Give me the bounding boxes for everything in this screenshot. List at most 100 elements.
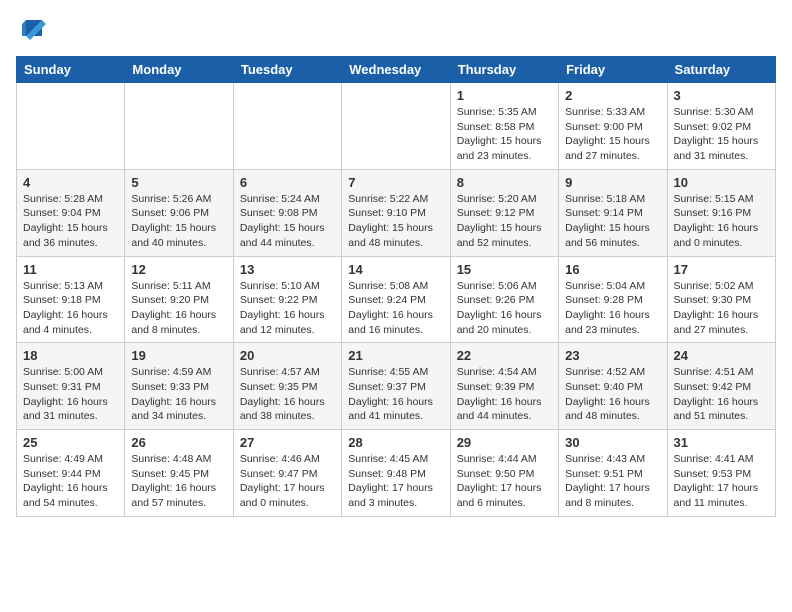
calendar-week-row: 11 Sunrise: 5:13 AM Sunset: 9:18 PM Dayli…	[17, 256, 776, 343]
header-thursday: Thursday	[450, 57, 558, 83]
calendar-cell: 27Sunrise: 4:46 AM Sunset: 9:47 PM Dayli…	[233, 430, 341, 517]
calendar-header-row: SundayMondayTuesdayWednesdayThursdayFrid…	[17, 57, 776, 83]
calendar-cell: 6 Sunrise: 5:24 AM Sunset: 9:08 PM Daylig…	[233, 169, 341, 256]
day-number: 5	[131, 175, 226, 190]
calendar-week-row: 18 Sunrise: 5:00 AM Sunset: 9:31 PM Dayli…	[17, 343, 776, 430]
calendar-cell: 11 Sunrise: 5:13 AM Sunset: 9:18 PM Dayli…	[17, 256, 125, 343]
day-info: Sunrise: 4:55 AM Sunset: 9:37 PM Dayligh…	[348, 365, 443, 424]
calendar-cell: 24 Sunrise: 4:51 AM Sunset: 9:42 PM Dayli…	[667, 343, 775, 430]
day-info: Sunrise: 5:24 AM Sunset: 9:08 PM Dayligh…	[240, 192, 335, 251]
calendar-cell: 12 Sunrise: 5:11 AM Sunset: 9:20 PM Dayli…	[125, 256, 233, 343]
day-info: Sunrise: 4:59 AM Sunset: 9:33 PM Dayligh…	[131, 365, 226, 424]
calendar-cell: 13 Sunrise: 5:10 AM Sunset: 9:22 PM Dayli…	[233, 256, 341, 343]
day-info: Sunrise: 4:48 AM Sunset: 9:45 PM Dayligh…	[131, 452, 226, 511]
header-tuesday: Tuesday	[233, 57, 341, 83]
day-info: Sunrise: 5:00 AM Sunset: 9:31 PM Dayligh…	[23, 365, 118, 424]
calendar-cell	[342, 83, 450, 170]
calendar: SundayMondayTuesdayWednesdayThursdayFrid…	[16, 56, 776, 517]
day-info: Sunrise: 4:52 AM Sunset: 9:40 PM Dayligh…	[565, 365, 660, 424]
calendar-cell	[233, 83, 341, 170]
day-info: Sunrise: 5:02 AM Sunset: 9:30 PM Dayligh…	[674, 279, 769, 338]
day-number: 16	[565, 262, 660, 277]
day-number: 17	[674, 262, 769, 277]
calendar-week-row: 25 Sunrise: 4:49 AM Sunset: 9:44 PM Dayli…	[17, 430, 776, 517]
calendar-cell: 4Sunrise: 5:28 AM Sunset: 9:04 PM Daylig…	[17, 169, 125, 256]
day-info: Sunrise: 5:30 AM Sunset: 9:02 PM Dayligh…	[674, 105, 769, 164]
calendar-cell: 15 Sunrise: 5:06 AM Sunset: 9:26 PM Dayli…	[450, 256, 558, 343]
day-number: 8	[457, 175, 552, 190]
day-info: Sunrise: 5:08 AM Sunset: 9:24 PM Dayligh…	[348, 279, 443, 338]
day-number: 18	[23, 348, 118, 363]
day-number: 31	[674, 435, 769, 450]
day-number: 23	[565, 348, 660, 363]
calendar-cell: 1 Sunrise: 5:35 AM Sunset: 8:58 PM Daylig…	[450, 83, 558, 170]
calendar-cell: 17 Sunrise: 5:02 AM Sunset: 9:30 PM Dayli…	[667, 256, 775, 343]
day-info: Sunrise: 5:26 AM Sunset: 9:06 PM Dayligh…	[131, 192, 226, 251]
day-info: Sunrise: 5:06 AM Sunset: 9:26 PM Dayligh…	[457, 279, 552, 338]
calendar-cell: 31 Sunrise: 4:41 AM Sunset: 9:53 PM Dayli…	[667, 430, 775, 517]
day-info: Sunrise: 5:15 AM Sunset: 9:16 PM Dayligh…	[674, 192, 769, 251]
day-number: 28	[348, 435, 443, 450]
day-number: 1	[457, 88, 552, 103]
calendar-cell: 7 Sunrise: 5:22 AM Sunset: 9:10 PM Daylig…	[342, 169, 450, 256]
day-number: 15	[457, 262, 552, 277]
day-number: 30	[565, 435, 660, 450]
day-info: Sunrise: 4:45 AM Sunset: 9:48 PM Dayligh…	[348, 452, 443, 511]
day-number: 20	[240, 348, 335, 363]
day-number: 7	[348, 175, 443, 190]
calendar-cell: 21 Sunrise: 4:55 AM Sunset: 9:37 PM Dayli…	[342, 343, 450, 430]
calendar-cell	[17, 83, 125, 170]
calendar-cell: 5 Sunrise: 5:26 AM Sunset: 9:06 PM Daylig…	[125, 169, 233, 256]
calendar-cell: 10 Sunrise: 5:15 AM Sunset: 9:16 PM Dayli…	[667, 169, 775, 256]
logo	[16, 16, 46, 44]
calendar-cell: 25 Sunrise: 4:49 AM Sunset: 9:44 PM Dayli…	[17, 430, 125, 517]
day-number: 12	[131, 262, 226, 277]
day-info: Sunrise: 4:41 AM Sunset: 9:53 PM Dayligh…	[674, 452, 769, 511]
day-info: Sunrise: 5:04 AM Sunset: 9:28 PM Dayligh…	[565, 279, 660, 338]
calendar-cell: 18 Sunrise: 5:00 AM Sunset: 9:31 PM Dayli…	[17, 343, 125, 430]
calendar-cell	[125, 83, 233, 170]
calendar-cell: 30 Sunrise: 4:43 AM Sunset: 9:51 PM Dayli…	[559, 430, 667, 517]
calendar-cell: 9 Sunrise: 5:18 AM Sunset: 9:14 PM Daylig…	[559, 169, 667, 256]
day-number: 2	[565, 88, 660, 103]
day-info: Sunrise: 4:54 AM Sunset: 9:39 PM Dayligh…	[457, 365, 552, 424]
day-info: Sunrise: 4:49 AM Sunset: 9:44 PM Dayligh…	[23, 452, 118, 511]
day-number: 9	[565, 175, 660, 190]
day-number: 6	[240, 175, 335, 190]
calendar-cell: 28 Sunrise: 4:45 AM Sunset: 9:48 PM Dayli…	[342, 430, 450, 517]
day-info: Sunrise: 5:13 AM Sunset: 9:18 PM Dayligh…	[23, 279, 118, 338]
calendar-cell: 20 Sunrise: 4:57 AM Sunset: 9:35 PM Dayli…	[233, 343, 341, 430]
day-info: Sunrise: 5:18 AM Sunset: 9:14 PM Dayligh…	[565, 192, 660, 251]
day-number: 13	[240, 262, 335, 277]
day-number: 21	[348, 348, 443, 363]
day-number: 11	[23, 262, 118, 277]
day-info: Sunrise: 4:57 AM Sunset: 9:35 PM Dayligh…	[240, 365, 335, 424]
calendar-cell: 16 Sunrise: 5:04 AM Sunset: 9:28 PM Dayli…	[559, 256, 667, 343]
day-info: Sunrise: 5:20 AM Sunset: 9:12 PM Dayligh…	[457, 192, 552, 251]
day-info: Sunrise: 4:44 AM Sunset: 9:50 PM Dayligh…	[457, 452, 552, 511]
day-number: 4	[23, 175, 118, 190]
calendar-cell: 26Sunrise: 4:48 AM Sunset: 9:45 PM Dayli…	[125, 430, 233, 517]
day-number: 25	[23, 435, 118, 450]
day-info: Sunrise: 5:22 AM Sunset: 9:10 PM Dayligh…	[348, 192, 443, 251]
day-number: 27	[240, 435, 335, 450]
day-info: Sunrise: 5:10 AM Sunset: 9:22 PM Dayligh…	[240, 279, 335, 338]
day-info: Sunrise: 5:11 AM Sunset: 9:20 PM Dayligh…	[131, 279, 226, 338]
day-number: 10	[674, 175, 769, 190]
day-number: 24	[674, 348, 769, 363]
calendar-cell: 19 Sunrise: 4:59 AM Sunset: 9:33 PM Dayli…	[125, 343, 233, 430]
header-saturday: Saturday	[667, 57, 775, 83]
day-number: 14	[348, 262, 443, 277]
day-info: Sunrise: 5:35 AM Sunset: 8:58 PM Dayligh…	[457, 105, 552, 164]
calendar-cell: 29Sunrise: 4:44 AM Sunset: 9:50 PM Dayli…	[450, 430, 558, 517]
calendar-cell: 14 Sunrise: 5:08 AM Sunset: 9:24 PM Dayli…	[342, 256, 450, 343]
logo-icon	[18, 16, 46, 44]
day-number: 19	[131, 348, 226, 363]
day-info: Sunrise: 4:51 AM Sunset: 9:42 PM Dayligh…	[674, 365, 769, 424]
calendar-cell: 23 Sunrise: 4:52 AM Sunset: 9:40 PM Dayli…	[559, 343, 667, 430]
day-number: 22	[457, 348, 552, 363]
calendar-week-row: 1 Sunrise: 5:35 AM Sunset: 8:58 PM Daylig…	[17, 83, 776, 170]
day-info: Sunrise: 4:43 AM Sunset: 9:51 PM Dayligh…	[565, 452, 660, 511]
day-info: Sunrise: 5:33 AM Sunset: 9:00 PM Dayligh…	[565, 105, 660, 164]
page-header	[16, 16, 776, 44]
